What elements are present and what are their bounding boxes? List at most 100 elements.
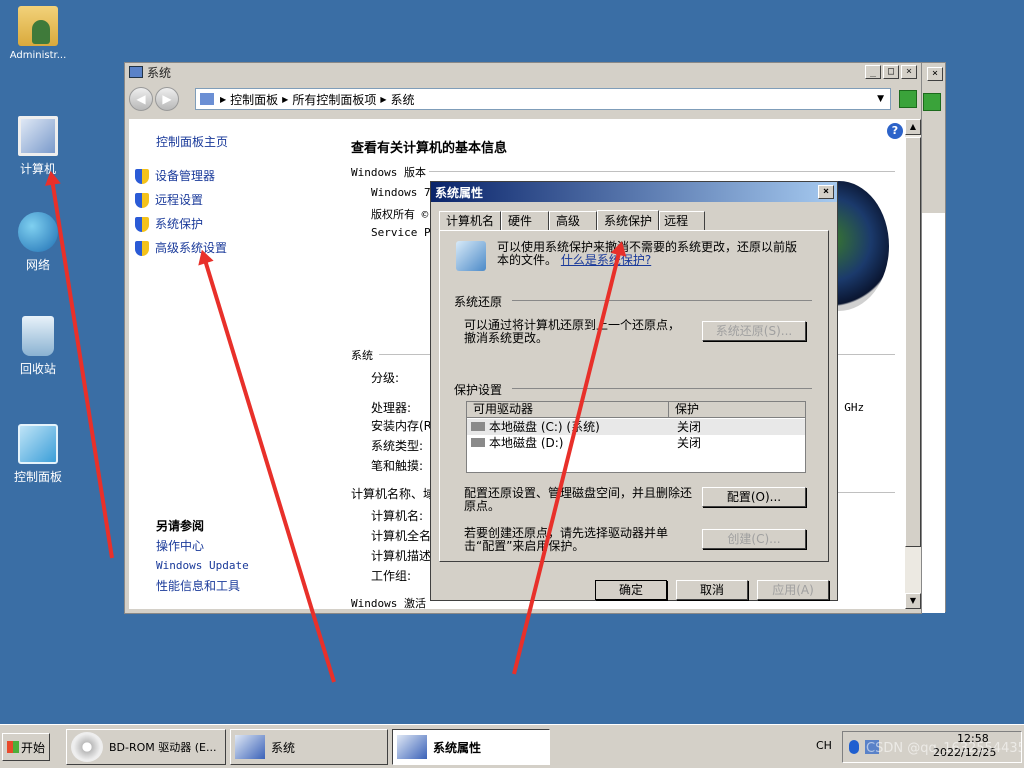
cancel-button[interactable]: 取消 <box>676 580 748 600</box>
shield-icon <box>135 217 149 232</box>
see-also-title: 另请参阅 <box>156 519 205 533</box>
refresh-icon[interactable] <box>923 93 941 111</box>
network-globe-icon <box>18 212 58 252</box>
table-row[interactable]: 本地磁盘 (C:) (系统) 关闭 <box>467 419 805 435</box>
maximize-button[interactable]: □ <box>883 65 899 79</box>
control-panel-icon <box>18 424 58 464</box>
breadcrumb-separator-icon: ▶ <box>220 94 227 104</box>
section-title: Windows 激活 <box>351 597 426 609</box>
taskbar-item-label: 系统属性 <box>433 740 482 755</box>
forward-button[interactable]: ▶ <box>155 87 179 111</box>
desktop-icon-administrator[interactable]: Administr... <box>0 6 76 61</box>
shield-icon <box>135 193 149 208</box>
info-row: 计算机名: <box>371 509 424 523</box>
create-text: 若要创建还原点，请先选择驱动器并单击“配置”来启用保护。 <box>464 526 669 553</box>
tab-advanced[interactable]: 高级 <box>549 211 598 230</box>
taskbar-item-system-properties[interactable]: 系统属性 <box>392 729 550 765</box>
desktop-icon-computer[interactable]: 计算机 <box>0 116 76 177</box>
close-button[interactable]: × <box>927 67 943 81</box>
tab-computer-name[interactable]: 计算机名 <box>439 211 502 230</box>
back-button[interactable]: ◀ <box>129 87 153 111</box>
column-header[interactable]: 保护 <box>669 402 805 417</box>
dialog-title-bar[interactable]: 系统属性 × <box>431 182 837 202</box>
help-icon[interactable]: ? <box>887 123 903 139</box>
group-title: 保护设置 <box>454 383 503 397</box>
info-row: 安装内存(R <box>371 419 433 433</box>
intro-text: 可以使用系统保护来撤消不需要的系统更改，还原以前版本的文件。 什么是系统保护? <box>497 240 798 267</box>
breadcrumb-item[interactable]: 所有控制面板项 <box>292 91 376 108</box>
info-row: 计算机全名 <box>371 529 432 543</box>
sidebar-home-link[interactable]: 控制面板主页 <box>156 133 228 150</box>
refresh-icon[interactable] <box>899 90 917 108</box>
create-button[interactable]: 创建(C)... <box>702 529 806 549</box>
sidebar-item-remote-settings[interactable]: 远程设置 <box>135 191 203 208</box>
desktop-icon-label: Administr... <box>9 50 67 61</box>
see-also-link[interactable]: 操作中心 <box>156 537 204 554</box>
apply-button[interactable]: 应用(A) <box>757 580 829 600</box>
ime-indicator[interactable]: CH <box>816 739 832 752</box>
sidebar-item-system-protection[interactable]: 系统保护 <box>135 215 203 232</box>
tab-hardware[interactable]: 硬件 <box>501 211 550 230</box>
breadcrumb-item[interactable]: 控制面板 <box>230 91 278 108</box>
shield-icon <box>135 169 149 184</box>
minimize-button[interactable]: _ <box>865 65 881 79</box>
system-restore-button[interactable]: 系统还原(S)... <box>702 321 806 341</box>
table-header: 可用驱动器 保护 <box>467 402 805 418</box>
scrollbar[interactable]: ▲ ▼ <box>905 119 921 609</box>
start-button[interactable]: 开始 <box>2 733 50 761</box>
breadcrumb-separator-icon: ▶ <box>282 94 289 104</box>
recycle-bin-icon <box>22 316 54 356</box>
column-header[interactable]: 可用驱动器 <box>467 402 669 417</box>
title-bar[interactable]: 系统 _ □ × <box>125 63 921 81</box>
sidebar-item-label: 高级系统设置 <box>155 241 228 255</box>
scroll-down-icon[interactable]: ▼ <box>905 593 921 609</box>
tab-panel: 可以使用系统保护来撤消不需要的系统更改，还原以前版本的文件。 什么是系统保护? … <box>439 230 829 562</box>
taskbar-item-bd-rom[interactable]: BD-ROM 驱动器 (E... <box>66 729 226 765</box>
address-bar[interactable]: ▶ 控制面板 ▶ 所有控制面板项 ▶ 系统 ▼ <box>195 88 891 110</box>
section-title: 系统 <box>351 349 373 362</box>
drive-icon <box>471 422 485 431</box>
breadcrumb-item[interactable]: 系统 <box>391 91 415 108</box>
section-title: 计算机名称、域 <box>351 487 436 501</box>
shield-icon <box>135 241 149 256</box>
info-row: 工作组: <box>371 569 412 583</box>
close-button[interactable]: × <box>818 185 834 199</box>
info-row: 分级: <box>371 371 400 385</box>
breadcrumb-separator-icon: ▶ <box>380 94 387 104</box>
group-title: 系统还原 <box>454 295 503 309</box>
drive-protection: 关闭 <box>677 436 702 450</box>
close-button[interactable]: × <box>901 65 917 79</box>
what-is-system-protection-link[interactable]: 什么是系统保护? <box>561 253 651 267</box>
bluetooth-icon[interactable] <box>849 740 859 754</box>
configure-button[interactable]: 配置(O)... <box>702 487 806 507</box>
desktop-icon-control-panel[interactable]: 控制面板 <box>0 424 76 485</box>
see-also-link[interactable]: Windows Update <box>156 559 249 572</box>
ok-button[interactable]: 确定 <box>595 580 667 600</box>
tab-system-protection[interactable]: 系统保护 <box>597 210 660 231</box>
sidebar-item-label: 系统保护 <box>155 217 204 231</box>
tab-remote[interactable]: 远程 <box>659 211 706 230</box>
desktop-icon-recycle-bin[interactable]: 回收站 <box>0 316 76 377</box>
system-protection-icon <box>456 241 486 271</box>
info-row: 处理器: <box>371 401 412 415</box>
cd-rom-icon <box>71 732 103 762</box>
info-row: 系统类型: <box>371 439 424 453</box>
taskbar-item-label: BD-ROM 驱动器 (E... <box>109 741 217 754</box>
address-bar-area: ◀ ▶ ▶ 控制面板 ▶ 所有控制面板项 ▶ 系统 ▼ <box>129 85 917 113</box>
start-label: 开始 <box>21 740 46 755</box>
background-window: × <box>920 62 946 613</box>
info-row: 笔和触摸: <box>371 459 424 473</box>
table-row[interactable]: 本地磁盘 (D:) 关闭 <box>467 435 805 451</box>
watermark: CSDN @qq_1632554435 <box>866 741 1022 756</box>
sidebar-item-advanced-settings[interactable]: 高级系统设置 <box>135 239 227 256</box>
sidebar-item-device-manager[interactable]: 设备管理器 <box>135 167 215 184</box>
computer-icon <box>397 735 427 759</box>
chevron-down-icon[interactable]: ▼ <box>877 94 884 104</box>
scroll-up-icon[interactable]: ▲ <box>905 119 921 135</box>
divider <box>512 300 812 301</box>
scroll-thumb[interactable] <box>905 137 921 547</box>
restore-text: 可以通过将计算机还原到上一个还原点，撤消系统更改。 <box>464 318 681 345</box>
info-row: 版权所有 © <box>371 208 429 221</box>
taskbar-item-system[interactable]: 系统 <box>230 729 388 765</box>
see-also-link[interactable]: 性能信息和工具 <box>156 577 240 594</box>
